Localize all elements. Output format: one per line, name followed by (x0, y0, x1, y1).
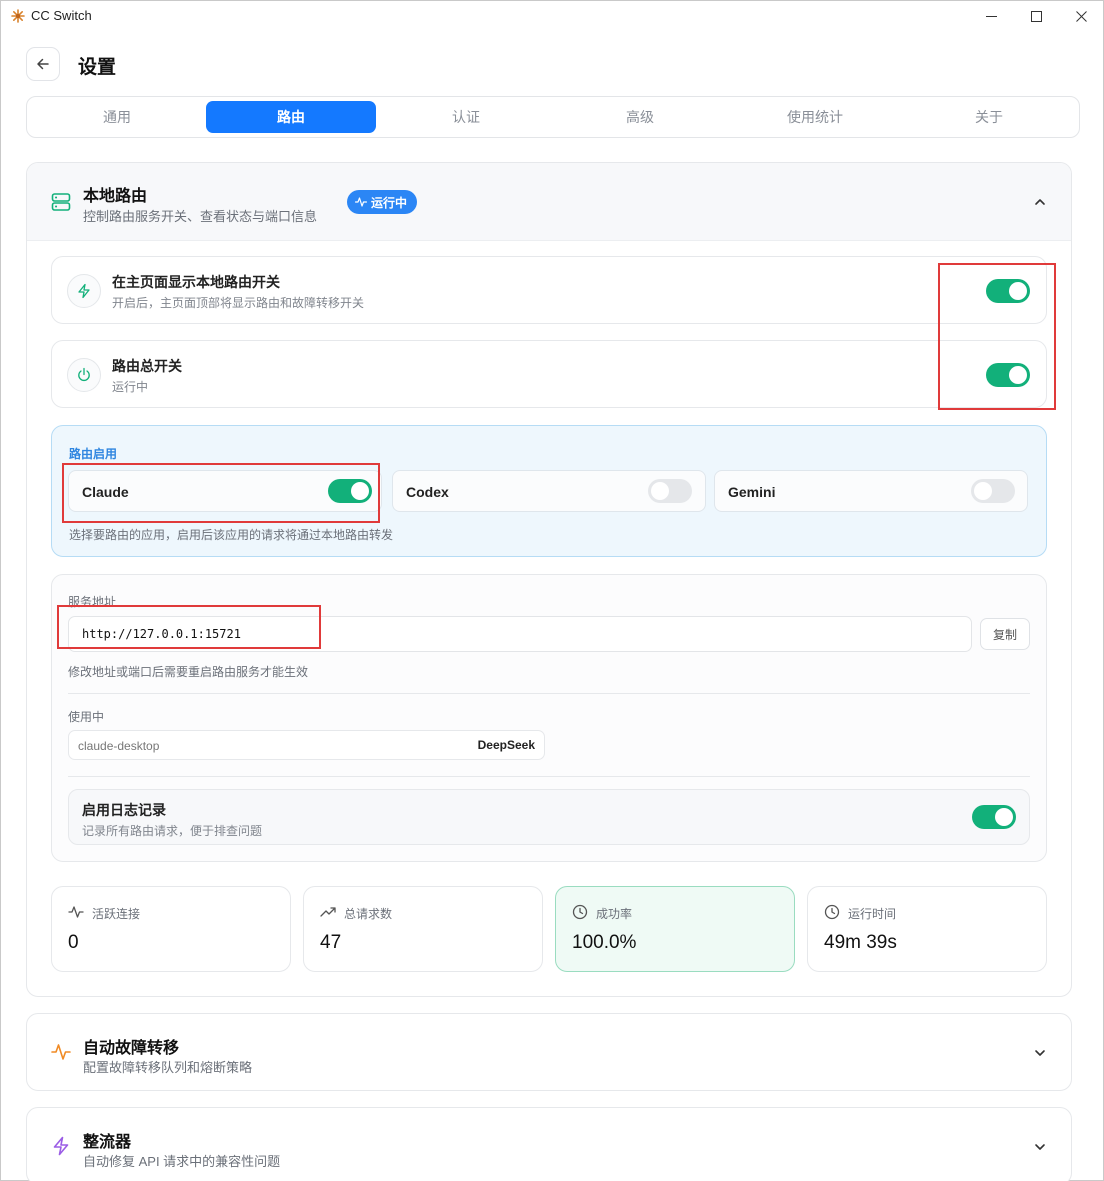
divider (68, 776, 1030, 777)
maximize-icon (1030, 10, 1042, 22)
clock-icon (572, 904, 588, 920)
power-icon-wrap (67, 358, 101, 392)
copy-button[interactable]: 复制 (980, 618, 1030, 650)
highlight-box-claude (62, 463, 380, 523)
in-use-entry: claude-desktop DeepSeek (68, 730, 545, 760)
stat-value: 49m 39s (824, 932, 897, 953)
failover-title: 自动故障转移 (83, 1040, 180, 1057)
tab-usage-stats[interactable]: 使用统计 (730, 101, 900, 133)
router-master-switch-title: 路由总开关 (112, 358, 182, 374)
activity-icon (51, 1044, 71, 1060)
close-icon (1075, 10, 1087, 22)
maximize-button[interactable] (1013, 1, 1059, 31)
close-button[interactable] (1058, 1, 1104, 31)
highlight-box-address (57, 605, 321, 649)
chevron-down-icon[interactable] (1033, 1046, 1047, 1060)
page-title: 设置 (78, 57, 117, 78)
rectifier-title: 整流器 (83, 1134, 132, 1151)
local-router-description: 控制路由服务开关、查看状态与端口信息 (83, 209, 318, 224)
activity-icon (355, 197, 367, 207)
app-logo-icon (11, 9, 25, 23)
router-master-switch-subtitle: 运行中 (112, 380, 149, 394)
rectifier-description: 自动修复 API 请求中的兼容性问题 (83, 1154, 281, 1169)
tab-auth[interactable]: 认证 (381, 101, 551, 133)
router-master-switch-row: 路由总开关 运行中 (51, 340, 1047, 408)
stat-value: 0 (68, 932, 79, 953)
stat-success-rate: 成功率 100.0% (555, 886, 795, 972)
back-button[interactable] (26, 47, 60, 81)
logging-row: 启用日志记录 记录所有路由请求，便于排查问题 (68, 789, 1030, 845)
codex-route-toggle[interactable] (648, 479, 692, 503)
divider (68, 693, 1030, 694)
logging-title: 启用日志记录 (82, 802, 166, 818)
show-router-toggle-row: 在主页面显示本地路由开关 开启后，主页面顶部将显示路由和故障转移开关 (51, 256, 1047, 324)
title-bar: CC Switch (1, 1, 1103, 31)
app-gemini: Gemini (714, 470, 1028, 512)
status-badge-label: 运行中 (371, 195, 408, 210)
logging-toggle[interactable] (972, 805, 1016, 829)
local-router-title: 本地路由 (83, 188, 148, 205)
zap-icon (53, 1136, 69, 1156)
chevron-down-icon[interactable] (1033, 1140, 1047, 1154)
minimize-button[interactable] (968, 1, 1014, 31)
stat-active-connections: 活跃连接 0 (51, 886, 291, 972)
stat-uptime: 运行时间 49m 39s (807, 886, 1047, 972)
app-codex: Codex (392, 470, 706, 512)
stat-total-requests: 总请求数 47 (303, 886, 543, 972)
server-icon (51, 193, 71, 211)
minimize-icon (985, 15, 997, 17)
app-name: Codex (406, 484, 449, 500)
failover-section[interactable]: 自动故障转移 配置故障转移队列和熔断策略 (26, 1013, 1072, 1091)
zap-icon-wrap (67, 274, 101, 308)
settings-tabs: 通用 路由 认证 高级 使用统计 关于 (26, 96, 1080, 138)
arrow-left-icon (37, 58, 49, 70)
stat-value: 100.0% (572, 932, 637, 953)
logging-subtitle: 记录所有路由请求，便于排查问题 (82, 824, 263, 838)
zap-icon (78, 283, 90, 299)
chevron-up-icon[interactable] (1033, 195, 1047, 209)
stat-label: 活跃连接 (92, 907, 141, 921)
window-title: CC Switch (31, 8, 92, 23)
power-icon (78, 367, 90, 382)
trending-up-icon (320, 907, 336, 917)
local-router-section: 本地路由 控制路由服务开关、查看状态与端口信息 运行中 在主页面显示本地路由开关… (26, 162, 1072, 997)
stat-value: 47 (320, 932, 342, 953)
tab-about[interactable]: 关于 (904, 101, 1074, 133)
stat-label: 成功率 (596, 907, 633, 921)
gemini-route-toggle[interactable] (971, 479, 1015, 503)
stat-label: 运行时间 (848, 907, 897, 921)
in-use-client-name: claude-desktop (78, 739, 160, 753)
show-router-toggle-subtitle: 开启后，主页面顶部将显示路由和故障转移开关 (112, 296, 365, 310)
in-use-provider: DeepSeek (477, 738, 535, 752)
tab-advanced[interactable]: 高级 (555, 101, 725, 133)
stat-label: 总请求数 (344, 907, 393, 921)
show-router-toggle-title: 在主页面显示本地路由开关 (112, 274, 280, 290)
failover-description: 配置故障转移队列和熔断策略 (83, 1060, 253, 1075)
status-badge: 运行中 (347, 190, 418, 214)
rectifier-section[interactable]: 整流器 自动修复 API 请求中的兼容性问题 (26, 1107, 1072, 1181)
tab-routing[interactable]: 路由 (206, 101, 376, 133)
routing-enabled-note: 选择要路由的应用，启用后该应用的请求将通过本地路由转发 (69, 528, 394, 542)
routing-enabled-label: 路由启用 (69, 447, 118, 461)
highlight-box-toggles (938, 263, 1056, 410)
local-router-header[interactable]: 本地路由 控制路由服务开关、查看状态与端口信息 运行中 (27, 163, 1071, 241)
service-address-note: 修改地址或端口后需要重启路由服务才能生效 (68, 665, 309, 679)
app-name: Gemini (728, 484, 776, 500)
in-use-label: 使用中 (68, 710, 105, 724)
clock-icon (824, 904, 840, 920)
tab-general[interactable]: 通用 (32, 101, 202, 133)
activity-icon (68, 906, 84, 918)
